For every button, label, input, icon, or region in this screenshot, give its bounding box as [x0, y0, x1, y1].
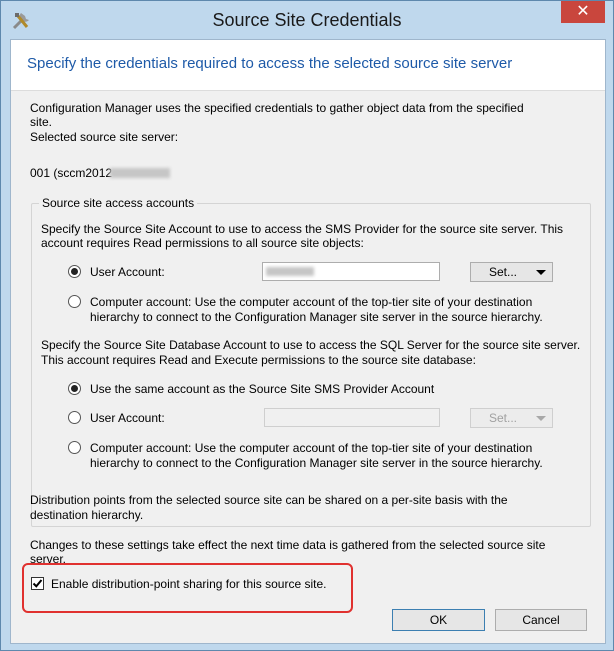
header-band: Specify the credentials required to acce…	[11, 40, 605, 91]
dp-sharing-text-line-2: destination hierarchy.	[30, 508, 144, 522]
db-description-line-2: This account requires Read and Execute p…	[41, 353, 476, 367]
group-title: Source site access accounts	[39, 197, 198, 210]
title-bar[interactable]: Source Site Credentials ✕	[1, 1, 613, 39]
db-user-account-radio[interactable]	[68, 411, 81, 424]
window-title: Source Site Credentials	[212, 10, 402, 30]
enable-dp-sharing-checkbox[interactable]	[31, 577, 44, 590]
provider-computer-account-radio[interactable]	[68, 295, 81, 308]
dialog-window: Source Site Credentials ✕ Specify the cr…	[0, 0, 614, 651]
selected-server-label: Selected source site server:	[30, 130, 179, 144]
provider-user-account-radio[interactable]	[68, 265, 81, 278]
provider-description-line-1: Specify the Source Site Account to use t…	[41, 222, 564, 236]
db-same-account-label: Use the same account as the Source Site …	[90, 382, 435, 396]
close-button[interactable]: ✕	[561, 1, 605, 23]
provider-set-button[interactable]: Set...	[470, 262, 553, 282]
db-computer-account-line-1: Computer account: Use the computer accou…	[90, 441, 533, 455]
dialog-body: Specify the credentials required to acce…	[10, 39, 606, 644]
db-user-account-label: User Account:	[90, 411, 165, 425]
provider-user-account-label: User Account:	[90, 265, 165, 279]
db-set-label: Set...	[489, 411, 518, 425]
enable-dp-sharing-label[interactable]: Enable distribution-point sharing for th…	[51, 578, 326, 591]
cancel-button[interactable]: Cancel	[495, 609, 587, 631]
chevron-down-icon	[536, 416, 546, 421]
checkmark-icon	[32, 579, 43, 588]
db-set-button[interactable]: Set...	[470, 408, 553, 428]
selected-server-value: 001 (sccm2012	[30, 166, 113, 180]
provider-description-line-2: account requires Read permissions to all…	[41, 236, 364, 250]
redacted-account-name	[266, 267, 314, 276]
db-user-account-input[interactable]	[264, 408, 440, 427]
changes-text-line-1: Changes to these settings take effect th…	[30, 538, 546, 552]
db-computer-account-line-2: hierarchy to connect to the Configuratio…	[90, 456, 543, 470]
db-computer-account-radio[interactable]	[68, 441, 81, 454]
page-heading: Specify the credentials required to acce…	[27, 55, 513, 72]
dp-sharing-text-line-1: Distribution points from the selected so…	[30, 493, 508, 507]
db-same-account-radio[interactable]	[68, 382, 81, 395]
ok-button[interactable]: OK	[392, 609, 485, 631]
intro-text-line-2: site.	[30, 115, 53, 129]
intro-text-line-1: Configuration Manager uses the specified…	[30, 101, 524, 115]
redacted-server-name	[110, 168, 170, 178]
chevron-down-icon	[536, 270, 546, 275]
db-description-line-1: Specify the Source Site Database Account…	[41, 338, 581, 352]
provider-computer-account-line-1: Computer account: Use the computer accou…	[90, 295, 533, 309]
provider-computer-account-line-2: hierarchy to connect to the Configuratio…	[90, 310, 543, 324]
provider-set-label: Set...	[489, 265, 518, 279]
close-icon: ✕	[576, 3, 590, 20]
